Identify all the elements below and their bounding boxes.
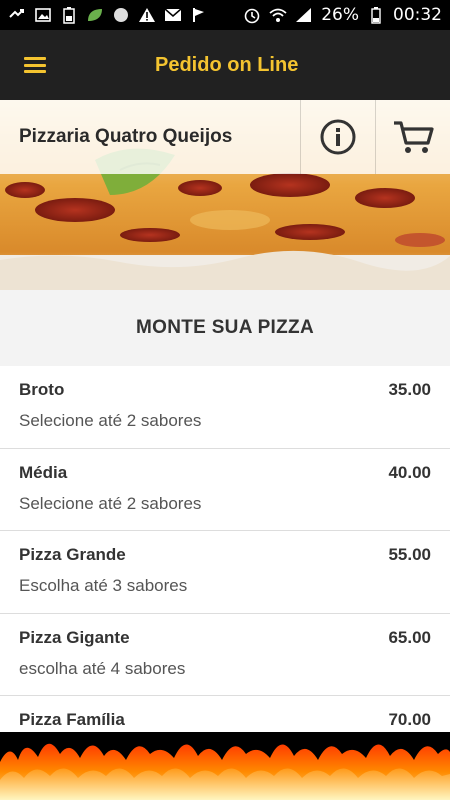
flag-icon (190, 6, 208, 24)
item-description: escolha até 4 sabores (19, 658, 186, 678)
restaurant-bar: Pizzaria Quatro Queijos (0, 100, 450, 174)
battery-icon (367, 6, 385, 24)
item-name: Média (19, 462, 68, 482)
item-description: Selecione até 2 sabores (19, 411, 202, 430)
section-header: MONTE SUA PIZZA (0, 290, 450, 366)
hamburger-icon (24, 57, 46, 73)
menu-button[interactable] (0, 30, 70, 100)
leaf-icon (86, 6, 104, 24)
info-icon (320, 119, 356, 155)
section-title: MONTE SUA PIZZA (136, 317, 314, 338)
list-item[interactable]: Pizza Gigante 65.00 escolha até 4 sabore… (0, 614, 450, 696)
item-name: Pizza Gigante (19, 627, 130, 647)
item-name: Pizza Grande (19, 545, 126, 564)
battery-saver-icon (60, 6, 78, 24)
fire-banner (0, 732, 450, 800)
item-price: 35.00 (388, 380, 431, 399)
list-item[interactable]: Broto 35.00 Selecione até 2 sabores (0, 366, 450, 449)
clock: 00:32 (393, 5, 442, 25)
info-button[interactable] (300, 100, 375, 174)
cart-icon (394, 121, 434, 153)
wifi-icon (269, 6, 287, 24)
restaurant-name: Pizzaria Quatro Queijos (19, 126, 233, 147)
status-bar: 26% 00:32 (0, 0, 450, 30)
list-item[interactable]: Pizza Grande 55.00 Escolha até 3 sabores (0, 531, 450, 614)
list-item[interactable]: Média 40.00 Selecione até 2 sabores (0, 449, 450, 531)
circle-icon (112, 6, 130, 24)
cart-button[interactable] (375, 100, 450, 174)
item-price: 70.00 (388, 710, 431, 729)
status-bar-right: 26% 00:32 (243, 5, 442, 25)
warning-icon (138, 6, 156, 24)
missed-call-icon (8, 6, 26, 24)
signal-icon (295, 6, 313, 24)
battery-percentage: 26% (321, 5, 359, 25)
flames-image (0, 732, 450, 800)
mail-icon (164, 6, 182, 24)
item-price: 65.00 (388, 627, 431, 647)
alarm-icon (243, 6, 261, 24)
item-description: Selecione até 2 sabores (19, 493, 202, 513)
item-name: Pizza Família (19, 710, 125, 729)
item-name: Broto (19, 380, 65, 399)
item-description: Escolha até 3 sabores (19, 576, 188, 595)
image-icon (34, 6, 52, 24)
app-title: Pedido on Line (155, 53, 299, 76)
pizza-size-list: Broto 35.00 Selecione até 2 sabores Médi… (0, 366, 450, 732)
list-item[interactable]: Pizza Família 70.00 (0, 696, 450, 732)
status-bar-left (8, 6, 208, 24)
hero-banner: Pizzaria Quatro Queijos (0, 100, 450, 290)
app-bar: Pedido on Line (0, 30, 450, 100)
item-price: 40.00 (388, 462, 431, 482)
item-price: 55.00 (388, 545, 431, 564)
